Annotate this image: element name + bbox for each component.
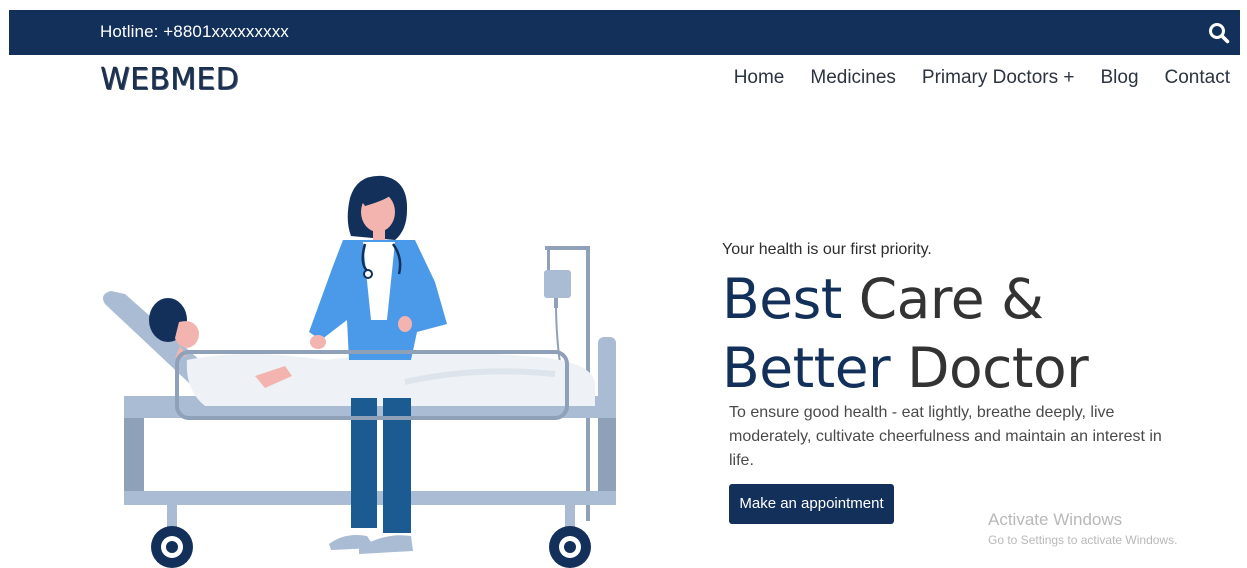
- nav-item-primary-doctors[interactable]: Primary Doctors +: [922, 66, 1075, 90]
- nav-item-medicines[interactable]: Medicines: [810, 66, 896, 90]
- activate-windows-watermark: Activate Windows Go to Settings to activ…: [988, 510, 1177, 548]
- headline-line-1: Best Care &: [722, 265, 1088, 334]
- top-bar: Hotline: +8801xxxxxxxxx: [9, 10, 1240, 55]
- hero-tagline: Your health is our first priority.: [722, 241, 932, 258]
- site-logo[interactable]: WEBMED: [100, 63, 239, 97]
- hero-headline: Best Care & Better Doctor: [722, 265, 1089, 403]
- main-nav: Home Medicines Primary Doctors + Blog Co…: [734, 66, 1230, 90]
- nav-item-home[interactable]: Home: [734, 66, 785, 90]
- nav-item-contact[interactable]: Contact: [1165, 66, 1230, 90]
- headline-accent-word-2: Better: [722, 336, 891, 400]
- hotline-text: Hotline: +8801xxxxxxxxx: [100, 22, 289, 41]
- search-icon[interactable]: [1208, 22, 1230, 44]
- hero-illustration: [103, 175, 616, 568]
- watermark-subtitle: Go to Settings to activate Windows.: [988, 533, 1178, 547]
- make-appointment-button[interactable]: Make an appointment: [729, 484, 894, 524]
- watermark-title: Activate Windows: [988, 510, 1123, 529]
- headline-accent-word-1: Best: [722, 267, 842, 331]
- nav-item-blog[interactable]: Blog: [1100, 66, 1138, 90]
- headline-line-2: Better Doctor: [722, 334, 1089, 403]
- headline-rest-1: Care &: [841, 267, 1044, 331]
- hero-description: To ensure good health - eat lightly, bre…: [729, 404, 1162, 469]
- headline-rest-2: Doctor: [890, 336, 1089, 400]
